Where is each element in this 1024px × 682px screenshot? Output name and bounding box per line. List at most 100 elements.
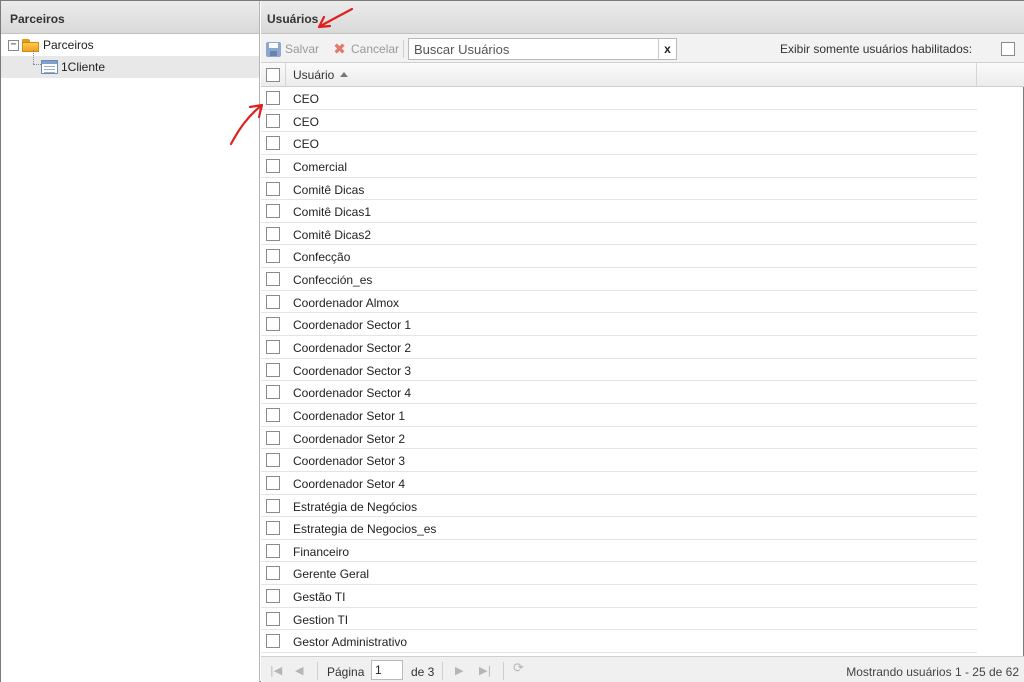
- tree-node-label: 1Cliente: [61, 60, 106, 74]
- table-row[interactable]: CEO: [261, 132, 977, 155]
- table-row[interactable]: Financeiro: [261, 540, 977, 563]
- app-window: Parceiros − Parceiros 1Cliente Usuários: [0, 0, 1024, 682]
- select-all-checkbox[interactable]: [266, 68, 280, 82]
- row-checkbox[interactable]: [266, 385, 280, 400]
- row-checkbox[interactable]: [266, 317, 280, 332]
- save-button[interactable]: Salvar: [266, 40, 319, 58]
- table-row[interactable]: CEO: [261, 110, 977, 133]
- row-checkbox[interactable]: [266, 543, 280, 558]
- user-name-cell: Coordenador Setor 3: [293, 454, 406, 469]
- row-checkbox[interactable]: [266, 430, 280, 445]
- table-row[interactable]: Gestão TI: [261, 585, 977, 608]
- sort-ascending-icon: [340, 72, 349, 77]
- cancel-x-icon: ✖: [333, 39, 346, 58]
- last-page-icon[interactable]: ▶|: [479, 665, 491, 676]
- row-checkbox[interactable]: [266, 91, 280, 105]
- user-name-cell: Financeiro: [293, 544, 350, 559]
- save-button-label: Salvar: [285, 42, 320, 56]
- table-row[interactable]: Coordenador Setor 2: [261, 427, 977, 450]
- row-checkbox[interactable]: [266, 407, 280, 422]
- table-row[interactable]: Confección_es: [261, 268, 977, 291]
- user-name-cell: Coordenador Sector 4: [293, 386, 412, 401]
- user-name-cell: Coordenador Setor 4: [293, 476, 406, 491]
- table-row[interactable]: Gestion TI: [261, 608, 977, 631]
- refresh-icon[interactable]: ⟳: [513, 662, 524, 675]
- column-header-usuario[interactable]: Usuário: [285, 63, 977, 87]
- table-row[interactable]: Comitê Dicas: [261, 178, 977, 201]
- row-checkbox[interactable]: [266, 340, 280, 355]
- table-row[interactable]: Coordenador Sector 1: [261, 313, 977, 337]
- table-row[interactable]: Confecção: [261, 245, 977, 269]
- cancel-button-label: Cancelar: [351, 42, 400, 56]
- table-row[interactable]: Comitê Dicas1: [261, 200, 977, 223]
- row-checkbox[interactable]: [266, 362, 280, 377]
- user-name-cell: Estratégia de Negócios: [293, 499, 418, 514]
- table-row[interactable]: Gestor Administrativo: [261, 630, 977, 654]
- row-checkbox[interactable]: [266, 498, 280, 513]
- search-input[interactable]: [409, 39, 657, 59]
- users-grid-body: CEO CEO CEO Comercial Comitê Dicas Comitê Dic…: [261, 87, 977, 654]
- page-label: Página: [327, 665, 365, 679]
- previous-page-icon[interactable]: ◀: [295, 665, 303, 676]
- row-checkbox[interactable]: [266, 475, 280, 490]
- pagination-bar: |◀ ◀ Página de 3 ▶ ▶| ⟳ Mostrando usuári…: [261, 656, 1024, 682]
- row-checkbox[interactable]: [266, 294, 280, 309]
- column-header-label: Usuário: [293, 68, 335, 82]
- next-page-icon[interactable]: ▶: [455, 665, 463, 676]
- users-panel: Usuários Salvar ✖ Cancelar x Exibir some…: [261, 1, 1024, 682]
- table-row[interactable]: Estrategia de Negocios_es: [261, 517, 977, 540]
- row-checkbox[interactable]: [266, 566, 280, 581]
- table-row[interactable]: Estratégia de Negócios: [261, 495, 977, 518]
- user-name-cell: Coordenador Setor 2: [293, 431, 406, 446]
- document-icon: [41, 60, 58, 74]
- user-name-cell: Confecção: [293, 250, 351, 265]
- partners-tree: − Parceiros 1Cliente: [1, 34, 259, 78]
- row-checkbox[interactable]: [266, 204, 280, 219]
- row-checkbox[interactable]: [266, 521, 280, 536]
- table-row[interactable]: Coordenador Setor 1: [261, 404, 977, 427]
- tree-node-label: Parceiros: [43, 38, 94, 52]
- row-checkbox[interactable]: [266, 113, 280, 128]
- row-checkbox[interactable]: [266, 453, 280, 468]
- page-number-input[interactable]: [371, 660, 403, 680]
- user-name-cell: Gestor Administrativo: [293, 635, 408, 650]
- row-checkbox[interactable]: [266, 136, 280, 151]
- first-page-icon[interactable]: |◀: [270, 665, 282, 676]
- table-row[interactable]: Coordenador Sector 4: [261, 381, 977, 404]
- table-row[interactable]: Coordenador Sector 2: [261, 336, 977, 359]
- row-checkbox[interactable]: [266, 611, 280, 626]
- tree-node-parceiros[interactable]: − Parceiros: [1, 34, 259, 56]
- save-disk-icon: [266, 41, 281, 57]
- row-checkbox[interactable]: [266, 589, 280, 604]
- row-checkbox[interactable]: [266, 181, 280, 196]
- tree-node-1cliente[interactable]: 1Cliente: [1, 50, 259, 78]
- user-name-cell: Comercial: [293, 159, 348, 174]
- filter-enabled-checkbox[interactable]: [1001, 42, 1015, 56]
- table-row[interactable]: Comitê Dicas2: [261, 223, 977, 246]
- cancel-button[interactable]: ✖ Cancelar: [332, 40, 399, 58]
- user-name-cell: CEO: [293, 114, 320, 129]
- row-checkbox[interactable]: [266, 226, 280, 241]
- row-checkbox[interactable]: [266, 634, 280, 649]
- user-name-cell: Gestion TI: [293, 612, 349, 627]
- table-row[interactable]: CEO: [261, 87, 977, 110]
- grid-header: Usuário: [261, 63, 1024, 87]
- partners-panel-title: Parceiros: [1, 1, 259, 34]
- table-row[interactable]: Coordenador Setor 3: [261, 449, 977, 472]
- user-name-cell: Gerente Geral: [293, 567, 370, 582]
- collapse-toggle-icon[interactable]: −: [8, 39, 19, 51]
- table-row[interactable]: Gerente Geral: [261, 562, 977, 586]
- toolbar-separator: [403, 40, 404, 58]
- user-name-cell: CEO: [293, 137, 320, 152]
- user-name-cell: Confección_es: [293, 273, 373, 288]
- table-row[interactable]: Coordenador Sector 3: [261, 359, 977, 382]
- row-checkbox[interactable]: [266, 249, 280, 264]
- table-row[interactable]: Coordenador Almox: [261, 291, 977, 314]
- row-checkbox[interactable]: [266, 272, 280, 287]
- user-name-cell: Comitê Dicas2: [293, 227, 372, 242]
- table-row[interactable]: Coordenador Setor 4: [261, 472, 977, 495]
- table-row[interactable]: Comercial: [261, 155, 977, 178]
- folder-icon: [22, 38, 39, 52]
- clear-search-button[interactable]: x: [658, 39, 676, 59]
- row-checkbox[interactable]: [266, 158, 280, 173]
